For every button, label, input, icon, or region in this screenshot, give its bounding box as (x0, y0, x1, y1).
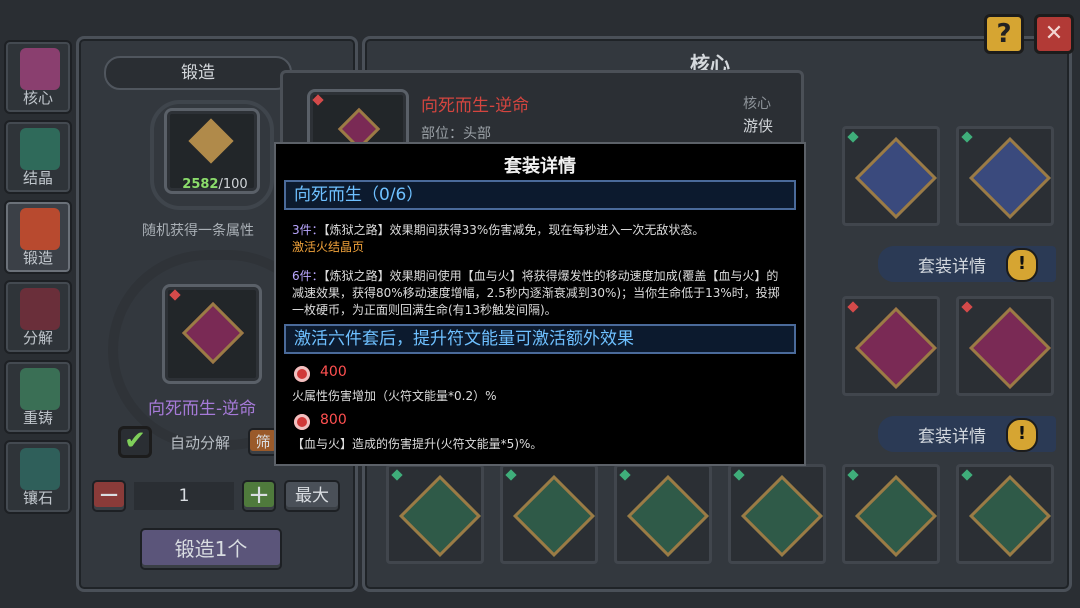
material-required: /100 (218, 177, 248, 192)
set-detail-bar[interactable]: 套装详情 ! (878, 246, 1056, 282)
set-name-header: 向死而生（0/6） (284, 180, 796, 210)
tab-crystal[interactable]: 结晶 (4, 120, 72, 194)
detail-item-name: 向死而生-逆命 (421, 96, 530, 116)
detail-slot-label: 部位：头部 (421, 126, 491, 142)
rarity-gem-icon (847, 301, 859, 313)
help-button[interactable]: ? (984, 14, 1024, 54)
detail-class-label: 游侠 (743, 117, 774, 135)
bonus-3-text: 【炼狱之路】效果期间获得33%伤害减免，现在每秒进入一次无敌状态。 (323, 223, 705, 237)
rarity-gem-icon (505, 469, 517, 481)
core-card[interactable] (842, 296, 940, 396)
tab-decompose-label: 分解 (22, 329, 53, 347)
bonus-6-label: 6件： (292, 269, 324, 283)
plus-button[interactable]: + (242, 480, 276, 512)
tier1-text: 火属性伤害增加（火符文能量*0.2）% (292, 389, 497, 403)
bonus-3-activate: 激活火结晶页 (292, 240, 365, 254)
set-bonus-3: 3件：【炼狱之路】效果期间获得33%伤害减免，现在每秒进入一次无敌状态。 激活火… (292, 222, 788, 256)
set-detail-modal: 套装详情 向死而生（0/6） 3件：【炼狱之路】效果期间获得33%伤害减免，现在… (274, 142, 806, 466)
core-item-icon (626, 474, 710, 558)
bonus-3-label: 3件： (292, 223, 324, 237)
rarity-gem-icon (847, 131, 859, 143)
core-card[interactable] (956, 126, 1054, 226)
set-detail-label: 套装详情 (918, 427, 986, 447)
tab-recast[interactable]: 重铸 (4, 360, 72, 434)
core-card[interactable] (500, 464, 598, 564)
tab-core[interactable]: 核心 (4, 40, 72, 114)
tier2-value: 800 (320, 412, 347, 428)
core-item-icon (854, 474, 938, 558)
core-card[interactable] (386, 464, 484, 564)
tab-forge-label: 锻造 (22, 249, 53, 267)
core-card[interactable] (614, 464, 712, 564)
rarity-gem-icon (961, 131, 973, 143)
core-card[interactable] (956, 464, 1054, 564)
material-slot[interactable]: 2582/100 (164, 108, 260, 194)
forge-icon (20, 208, 60, 250)
rarity-gem-icon (733, 469, 745, 481)
exclamation-icon[interactable]: ! (1006, 418, 1038, 452)
rarity-gem-icon (391, 469, 403, 481)
forge-item-name: 向死而生-逆命 (148, 399, 257, 419)
core-icon (20, 48, 60, 90)
set-bonus-6: 6件：【炼狱之路】效果期间使用【血与火】将获得爆发性的移动速度加成(覆盖【血与火… (292, 268, 788, 319)
tier2-text: 【血与火】造成的伤害提升(火符文能量*5)%。 (292, 437, 543, 451)
recast-icon (20, 368, 60, 410)
core-card[interactable] (842, 464, 940, 564)
fire-rune-icon (294, 366, 310, 382)
modal-title: 套装详情 (504, 156, 576, 177)
rarity-gem-icon (312, 94, 324, 106)
crystal-icon (20, 128, 60, 170)
core-item-icon (968, 136, 1052, 220)
core-card[interactable] (956, 296, 1054, 396)
tab-forge[interactable]: 锻造 (4, 200, 72, 274)
core-item-icon (968, 474, 1052, 558)
auto-decompose-checkbox[interactable]: ✔ (118, 426, 152, 458)
core-card[interactable] (842, 126, 940, 226)
quantity-field[interactable]: 1 (134, 482, 234, 510)
tab-core-label: 核心 (22, 89, 53, 107)
fire-rune-icon (294, 414, 310, 430)
core-item-icon (740, 474, 824, 558)
forge-item-slot[interactable] (162, 284, 262, 384)
detail-type-label: 核心 (743, 96, 771, 112)
auto-decompose-label: 自动分解 (170, 434, 231, 452)
inlay-icon (20, 448, 60, 490)
set-detail-label: 套装详情 (918, 257, 986, 277)
tab-crystal-label: 结晶 (22, 169, 53, 187)
rarity-gem-icon (961, 301, 973, 313)
core-card[interactable] (728, 464, 826, 564)
core-item-icon (854, 306, 938, 390)
forge-title: 锻造 (104, 56, 292, 90)
rarity-gem-icon (169, 289, 181, 301)
material-count: 2582 (182, 177, 219, 192)
rarity-gem-icon (619, 469, 631, 481)
rarity-gem-icon (847, 469, 859, 481)
decompose-icon (20, 288, 60, 330)
forge-description: 随机获得一条属性 (142, 223, 254, 239)
core-item-icon (181, 301, 245, 365)
close-button[interactable]: ✕ (1034, 14, 1074, 54)
tab-decompose[interactable]: 分解 (4, 280, 72, 354)
exclamation-icon[interactable]: ! (1006, 248, 1038, 282)
forge-material-icon (188, 118, 234, 164)
rarity-gem-icon (961, 469, 973, 481)
core-item-icon (512, 474, 596, 558)
rune-bonus-header: 激活六件套后，提升符文能量可激活额外效果 (284, 324, 796, 354)
tab-inlay-label: 镶石 (22, 489, 53, 507)
tier1-value: 400 (320, 364, 347, 380)
core-item-icon (398, 474, 482, 558)
core-item-icon (854, 136, 938, 220)
bonus-6-text: 【炼狱之路】效果期间使用【血与火】将获得爆发性的移动速度加成(覆盖【血与火】的减… (292, 269, 780, 317)
max-button[interactable]: 最大 (284, 480, 340, 512)
tab-inlay[interactable]: 镶石 (4, 440, 72, 514)
minus-button[interactable]: − (92, 480, 126, 512)
core-item-icon (968, 306, 1052, 390)
forge-button[interactable]: 锻造1个 (140, 528, 282, 570)
tab-recast-label: 重铸 (22, 409, 53, 427)
set-detail-bar[interactable]: 套装详情 ! (878, 416, 1056, 452)
